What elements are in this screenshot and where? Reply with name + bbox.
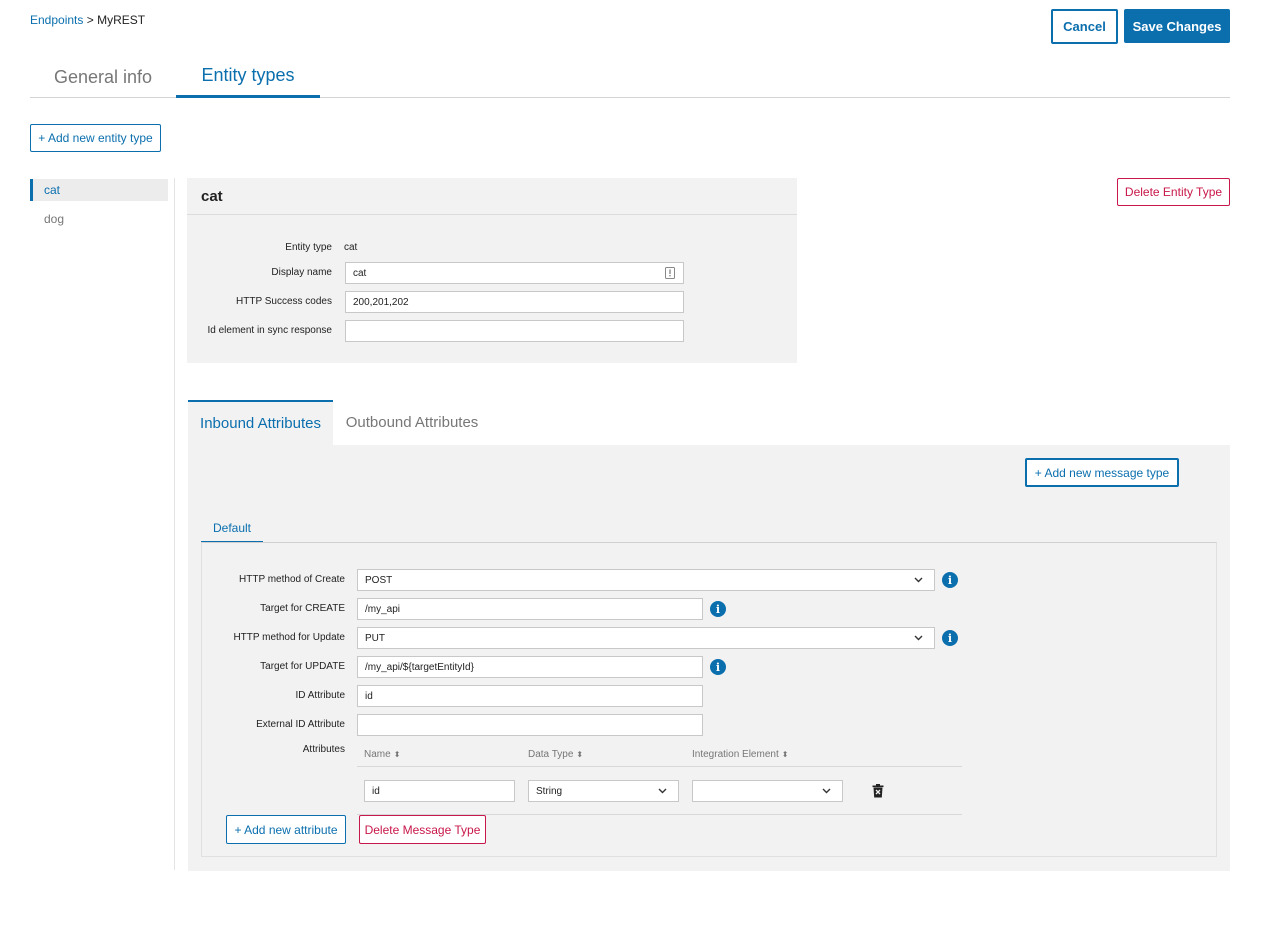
info-icon[interactable]: i — [942, 572, 958, 588]
id-attribute-value: id — [365, 690, 373, 702]
attributes-label: Attributes — [302, 744, 345, 755]
chevron-down-icon — [913, 632, 924, 643]
sidebar-divider — [174, 178, 175, 870]
success-codes-label: HTTP Success codes — [236, 296, 332, 307]
external-id-field[interactable] — [357, 714, 703, 736]
create-target-label: Target for CREATE — [260, 603, 345, 614]
update-target-value: /my_api/${targetEntityId} — [365, 661, 474, 673]
chevron-down-icon — [821, 785, 832, 796]
create-method-label: HTTP method of Create — [239, 574, 345, 585]
breadcrumb-endpoints-link[interactable]: Endpoints — [30, 13, 83, 27]
create-method-value: POST — [365, 574, 393, 586]
entity-type-value: cat — [344, 242, 358, 253]
cancel-button[interactable]: Cancel — [1051, 9, 1118, 44]
update-method-select[interactable]: PUT — [357, 627, 935, 649]
create-target-value: /my_api — [365, 603, 401, 615]
trash-icon[interactable] — [872, 784, 884, 798]
success-codes-value: 200,201,202 — [353, 296, 409, 308]
delete-message-type-button[interactable]: Delete Message Type — [359, 815, 486, 844]
breadcrumb-separator: > — [86, 13, 94, 27]
display-name-label: Display name — [271, 267, 332, 278]
update-method-value: PUT — [365, 632, 385, 644]
tab-entity-types[interactable]: Entity types — [176, 56, 320, 98]
table-header-divider — [357, 766, 962, 767]
breadcrumb-current: MyREST — [97, 13, 146, 27]
text-field-icon — [665, 267, 675, 279]
column-header-data-type-label: Data Type — [528, 749, 574, 760]
attribute-name-value: id — [372, 785, 380, 797]
attribute-name-field[interactable]: id — [364, 780, 515, 802]
entity-type-label: Entity type — [285, 242, 332, 253]
add-entity-type-button[interactable]: + Add new entity type — [30, 124, 161, 152]
entity-list-item-dog[interactable]: dog — [30, 208, 168, 230]
breadcrumb: Endpoints > MyREST — [30, 13, 145, 27]
attribute-data-type-select[interactable]: String — [528, 780, 679, 802]
delete-entity-type-button[interactable]: Delete Entity Type — [1117, 178, 1230, 206]
create-target-field[interactable]: /my_api — [357, 598, 703, 620]
info-icon[interactable]: i — [710, 601, 726, 617]
save-changes-button[interactable]: Save Changes — [1124, 9, 1230, 43]
tab-default-message[interactable]: Default — [201, 515, 263, 543]
success-codes-field[interactable]: 200,201,202 — [345, 291, 684, 313]
info-icon[interactable]: i — [710, 659, 726, 675]
id-element-label: Id element in sync response — [207, 325, 332, 336]
update-target-label: Target for UPDATE — [260, 661, 345, 672]
id-attribute-label: ID Attribute — [295, 690, 345, 701]
display-name-field[interactable]: cat — [345, 262, 684, 284]
add-message-type-button[interactable]: + Add new message type — [1025, 458, 1179, 487]
sort-icon: ⬍ — [576, 750, 584, 759]
sort-icon: ⬍ — [781, 750, 789, 759]
column-header-integration-element[interactable]: Integration Element ⬍ — [692, 749, 788, 760]
entity-details-panel: cat Entity type cat Display name cat HTT… — [187, 178, 797, 363]
column-header-name[interactable]: Name ⬍ — [364, 749, 400, 760]
add-attribute-button[interactable]: + Add new attribute — [226, 815, 346, 844]
column-header-name-label: Name — [364, 749, 391, 760]
chevron-down-icon — [913, 574, 924, 585]
sort-icon: ⬍ — [393, 750, 401, 759]
column-header-integration-element-label: Integration Element — [692, 749, 779, 760]
entity-heading: cat — [187, 178, 797, 215]
update-target-field[interactable]: /my_api/${targetEntityId} — [357, 656, 703, 678]
tab-inbound-attributes[interactable]: Inbound Attributes — [188, 400, 333, 445]
tab-outbound-attributes[interactable]: Outbound Attributes — [333, 400, 491, 445]
display-name-value: cat — [353, 267, 367, 279]
tab-general-info[interactable]: General info — [40, 56, 166, 98]
update-method-label: HTTP method for Update — [233, 632, 345, 643]
id-element-field[interactable] — [345, 320, 684, 342]
chevron-down-icon — [657, 785, 668, 796]
attribute-data-type-value: String — [536, 785, 563, 797]
id-attribute-field[interactable]: id — [357, 685, 703, 707]
external-id-label: External ID Attribute — [256, 719, 345, 730]
entity-list-item-cat[interactable]: cat — [30, 179, 168, 201]
main-tabs: General info Entity types — [30, 56, 1230, 98]
column-header-data-type[interactable]: Data Type ⬍ — [528, 749, 583, 760]
info-icon[interactable]: i — [942, 630, 958, 646]
attribute-integration-element-select[interactable] — [692, 780, 843, 802]
create-method-select[interactable]: POST — [357, 569, 935, 591]
